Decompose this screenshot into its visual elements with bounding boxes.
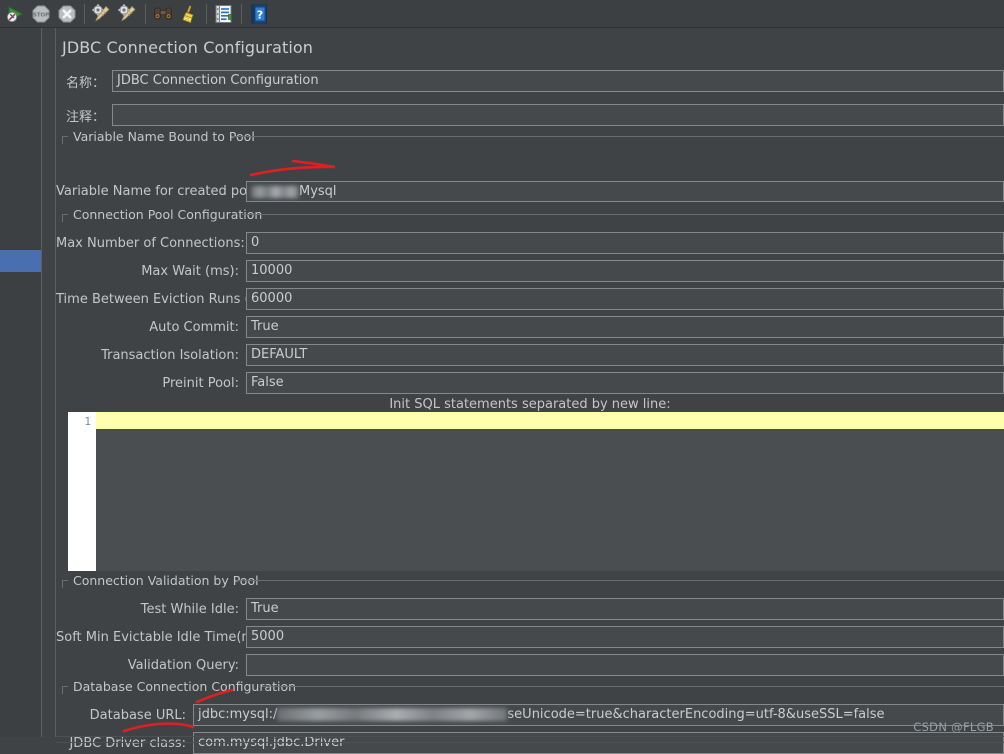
page-title: JDBC Connection Configuration bbox=[62, 38, 314, 57]
eviction-runs-row: Time Between Eviction Runs (ms): 60000 bbox=[56, 288, 1004, 310]
variable-name-group-title: Variable Name Bound to Pool bbox=[70, 129, 258, 144]
init-sql-caption: Init SQL statements separated by new lin… bbox=[389, 397, 671, 412]
pool-variable-label: Variable Name for created pool: bbox=[56, 184, 246, 199]
auto-commit-label: Auto Commit: bbox=[149, 319, 239, 335]
comment-input[interactable] bbox=[112, 104, 1004, 126]
database-connection-group-title: Database Connection Configuration bbox=[70, 679, 300, 694]
splitter-bar[interactable] bbox=[42, 28, 91, 737]
test-plan-tree-pane[interactable] bbox=[0, 28, 41, 737]
validation-query-label: Validation Query: bbox=[127, 657, 239, 673]
database-url-row: Database URL: jdbc:mysql:/ seUnicode=true… bbox=[56, 704, 1004, 726]
init-sql-editor[interactable]: 1 bbox=[68, 412, 1004, 571]
eviction-runs-label: Time Between Eviction Runs (ms): bbox=[56, 291, 246, 307]
max-connections-label: Max Number of Connections: bbox=[56, 235, 245, 251]
toolbar-separator bbox=[145, 3, 146, 24]
clear-all-button[interactable] bbox=[115, 1, 141, 27]
database-url-label: Database URL: bbox=[89, 707, 186, 723]
soft-min-evictable-row: Soft Min Evictable Idle Time(ms): 5000 bbox=[56, 626, 1004, 648]
connection-pool-group: Connection Pool Configuration bbox=[62, 207, 1004, 225]
max-connections-row: Max Number of Connections: 0 bbox=[56, 232, 1004, 254]
init-sql-textarea[interactable] bbox=[96, 412, 1004, 571]
max-wait-input[interactable]: 10000 bbox=[246, 260, 1004, 282]
watermark: CSDN @FLGB bbox=[913, 720, 994, 734]
database-url-prefix: jdbc:mysql:/ bbox=[198, 707, 278, 722]
comment-row: 注释： bbox=[56, 104, 1004, 126]
toolbar-separator bbox=[84, 3, 85, 24]
stop-button[interactable]: STOP bbox=[28, 1, 54, 27]
preinit-pool-label: Preinit Pool: bbox=[162, 375, 239, 391]
database-connection-group: Database Connection Configuration bbox=[62, 679, 1004, 697]
stop-icon: STOP bbox=[32, 5, 50, 22]
help-book-icon: ? bbox=[251, 4, 267, 23]
pool-variable-row: Variable Name for created pool: Mysql bbox=[56, 181, 1004, 202]
jdbc-driver-class-label: JDBC Driver class: bbox=[69, 735, 186, 751]
auto-commit-select[interactable]: True bbox=[246, 316, 1004, 338]
max-wait-row: Max Wait (ms): 10000 bbox=[56, 260, 1004, 282]
max-connections-input[interactable]: 0 bbox=[246, 232, 1004, 254]
binoculars-icon bbox=[154, 7, 172, 19]
max-wait-label: Max Wait (ms): bbox=[141, 263, 239, 279]
broom-icon bbox=[182, 5, 194, 23]
shutdown-button[interactable] bbox=[54, 1, 80, 27]
svg-text:?: ? bbox=[257, 8, 263, 21]
toolbar: STOP ? bbox=[0, 0, 1004, 28]
jdbc-connection-configuration-panel: JDBC Connection Configuration 名称： JDBC C… bbox=[56, 28, 1004, 754]
test-while-idle-select[interactable]: True bbox=[246, 598, 1004, 620]
notepad-list-icon bbox=[215, 4, 232, 23]
validation-query-input[interactable] bbox=[246, 654, 1004, 676]
current-line-highlight bbox=[96, 412, 1004, 429]
name-row: 名称： JDBC Connection Configuration bbox=[56, 70, 1004, 92]
transaction-isolation-row: Transaction Isolation: DEFAULT bbox=[56, 344, 1004, 366]
redacted-text bbox=[251, 185, 299, 198]
test-while-idle-row: Test While Idle: True bbox=[56, 598, 1004, 620]
connection-pool-group-title: Connection Pool Configuration bbox=[70, 207, 266, 222]
start-button[interactable] bbox=[2, 1, 28, 27]
soft-min-evictable-label: Soft Min Evictable Idle Time(ms): bbox=[56, 629, 246, 645]
help-button[interactable]: ? bbox=[246, 1, 272, 27]
function-helper-button[interactable] bbox=[211, 1, 237, 27]
gear-broom-icon bbox=[92, 3, 110, 21]
clear-button[interactable] bbox=[89, 1, 115, 27]
play-icon bbox=[7, 5, 24, 22]
toolbar-separator bbox=[241, 3, 242, 24]
tree-selected-node[interactable] bbox=[0, 250, 41, 272]
editor-line-numbers: 1 bbox=[68, 412, 96, 571]
validation-query-row: Validation Query: bbox=[56, 654, 1004, 676]
test-while-idle-label: Test While Idle: bbox=[140, 601, 239, 617]
database-url-suffix: seUnicode=true&characterEncoding=utf-8&u… bbox=[507, 707, 885, 722]
comment-label: 注释： bbox=[65, 109, 105, 125]
name-input[interactable]: JDBC Connection Configuration bbox=[112, 70, 1004, 92]
shutdown-icon bbox=[58, 5, 76, 22]
pool-variable-input[interactable]: Mysql bbox=[246, 181, 1004, 202]
search-button[interactable] bbox=[150, 1, 176, 27]
name-label: 名称： bbox=[65, 75, 105, 91]
toolbar-separator bbox=[206, 3, 207, 24]
watermark-line bbox=[56, 742, 1004, 743]
preinit-pool-select[interactable]: False bbox=[246, 372, 1004, 394]
connection-validation-group-title: Connection Validation by Pool bbox=[70, 573, 262, 588]
redacted-text bbox=[277, 708, 508, 721]
eviction-runs-input[interactable]: 60000 bbox=[246, 288, 1004, 310]
auto-commit-row: Auto Commit: True bbox=[56, 316, 1004, 338]
connection-validation-group: Connection Validation by Pool bbox=[62, 573, 1004, 591]
transaction-isolation-label: Transaction Isolation: bbox=[101, 347, 239, 363]
preinit-pool-row: Preinit Pool: False bbox=[56, 372, 1004, 394]
reset-search-button[interactable] bbox=[176, 1, 202, 27]
soft-min-evictable-input[interactable]: 5000 bbox=[246, 626, 1004, 648]
variable-name-group: Variable Name Bound to Pool bbox=[62, 129, 1004, 147]
database-url-input[interactable]: jdbc:mysql:/ seUnicode=true&characterEnco… bbox=[193, 704, 1004, 726]
svg-text:STOP: STOP bbox=[33, 12, 49, 18]
gear-broom-icon bbox=[118, 3, 136, 21]
pool-variable-value: Mysql bbox=[299, 184, 337, 199]
transaction-isolation-select[interactable]: DEFAULT bbox=[246, 344, 1004, 366]
